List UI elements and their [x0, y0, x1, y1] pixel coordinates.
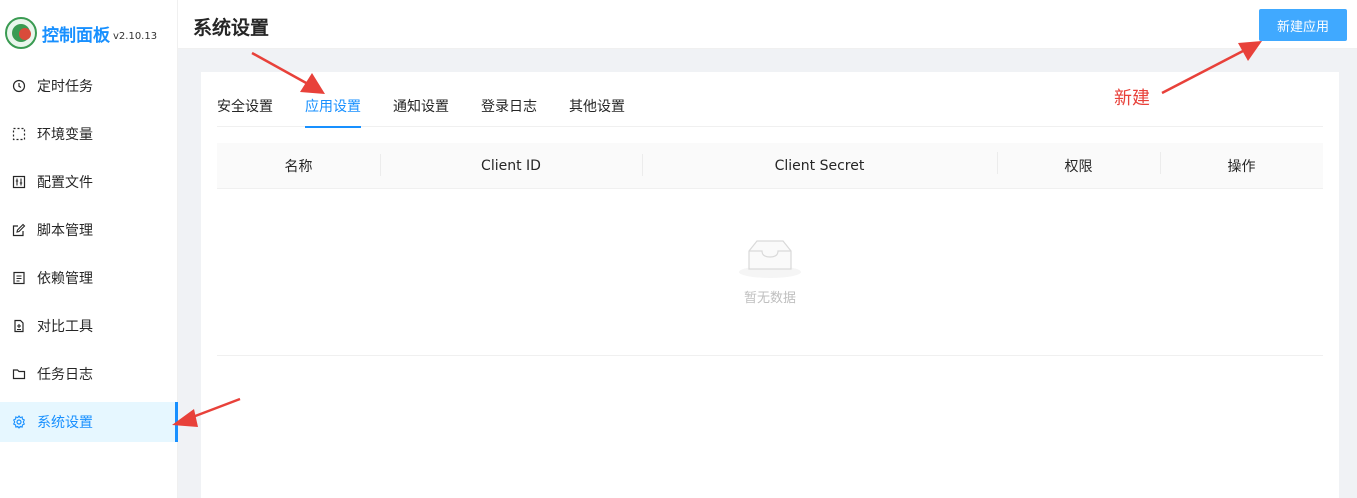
- column-header-client-id: Client ID: [380, 153, 642, 176]
- edit-icon: [12, 223, 26, 237]
- annotation-label: 新建: [1114, 88, 1150, 109]
- sidebar-item-label: 定时任务: [37, 79, 93, 95]
- folder-icon: [12, 369, 26, 380]
- sidebar-item-label: 任务日志: [37, 367, 93, 383]
- sidebar-item-config[interactable]: 配置文件: [0, 162, 178, 202]
- sidebar-menu: 定时任务 环境变量 配置文件 脚本管理 依赖管理 对比工具 任务日志 系统设置: [0, 66, 178, 450]
- sidebar-item-env[interactable]: 环境变量: [0, 114, 178, 154]
- settings-tabs: 安全设置 应用设置 通知设置 登录日志 其他设置: [217, 96, 1323, 128]
- column-header-name: 名称: [284, 158, 313, 175]
- new-app-button[interactable]: 新建应用: [1259, 9, 1347, 41]
- sidebar-item-label: 配置文件: [37, 175, 93, 191]
- sidebar-item-diff[interactable]: 对比工具: [0, 306, 178, 346]
- package-icon: [13, 271, 25, 285]
- sidebar-item-deps[interactable]: 依赖管理: [0, 258, 178, 298]
- sidebar-item-label: 系统设置: [37, 415, 93, 431]
- empty-text: 暂无数据: [743, 291, 796, 306]
- page-title: 系统设置: [193, 17, 270, 39]
- page-header: 系统设置 新建应用: [178, 0, 1357, 49]
- table-header: 名称 Client ID Client Secret 权限 操作: [217, 143, 1323, 189]
- tab-app-settings[interactable]: 应用设置: [305, 96, 361, 128]
- tab-other[interactable]: 其他设置: [569, 96, 625, 127]
- app-root: 控制面板 v2.10.13 定时任务 环境变量 配置文件 脚本管理 依赖管理 对…: [0, 0, 1357, 498]
- logo-icon: [5, 17, 37, 49]
- column-header-permissions: 权限: [997, 151, 1160, 176]
- dashed-box-icon: [12, 127, 26, 141]
- sidebar: 控制面板 v2.10.13 定时任务 环境变量 配置文件 脚本管理 依赖管理 对…: [0, 0, 178, 498]
- tab-security[interactable]: 安全设置: [217, 96, 273, 127]
- column-header-client-secret: Client Secret: [642, 153, 997, 176]
- clock-icon: [12, 79, 26, 93]
- settings-card: 安全设置 应用设置 通知设置 登录日志 其他设置 名称 Client ID Cl…: [201, 72, 1339, 498]
- diff-icon: [14, 319, 24, 333]
- sidebar-item-cron[interactable]: 定时任务: [0, 66, 178, 106]
- sidebar-item-label: 环境变量: [37, 127, 93, 143]
- logo[interactable]: 控制面板 v2.10.13: [5, 16, 157, 50]
- sidebar-item-logs[interactable]: 任务日志: [0, 354, 178, 394]
- sidebar-item-label: 依赖管理: [37, 271, 93, 287]
- app-title: 控制面板: [42, 25, 110, 46]
- app-version: v2.10.13: [113, 30, 158, 42]
- gear-icon: [12, 415, 26, 429]
- empty-inbox-icon: [739, 240, 801, 278]
- tab-notification[interactable]: 通知设置: [393, 96, 449, 127]
- sidebar-item-settings[interactable]: 系统设置: [0, 402, 178, 442]
- apps-table: 名称 Client ID Client Secret 权限 操作 暂无数据: [217, 143, 1323, 356]
- sidebar-item-scripts[interactable]: 脚本管理: [0, 210, 178, 250]
- table-empty-state: 暂无数据: [217, 189, 1323, 356]
- sliders-icon: [12, 175, 26, 189]
- sidebar-item-label: 脚本管理: [37, 223, 93, 239]
- tab-login-log[interactable]: 登录日志: [481, 96, 537, 127]
- column-header-actions: 操作: [1160, 151, 1323, 176]
- sidebar-item-label: 对比工具: [37, 319, 93, 335]
